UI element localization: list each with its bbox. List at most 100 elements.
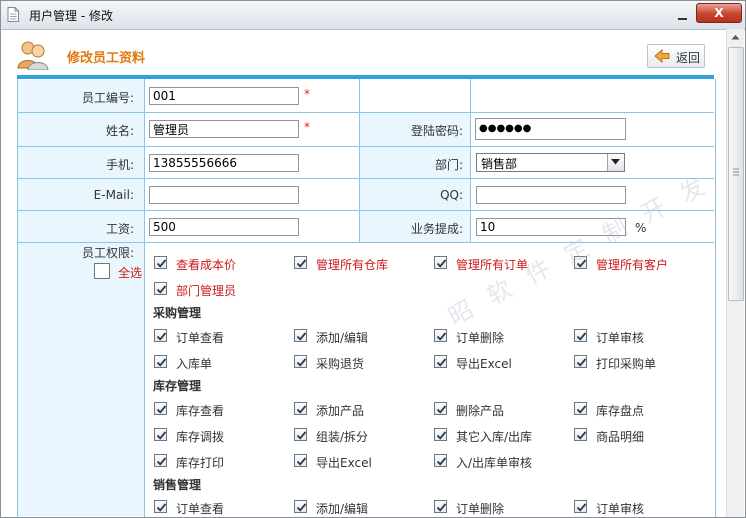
permission-label: 订单删除	[456, 331, 505, 345]
close-icon: X	[714, 6, 724, 20]
permission-label: 订单删除	[456, 502, 505, 516]
back-button[interactable]: 返回	[647, 44, 705, 68]
qq-input[interactable]	[476, 186, 626, 204]
permission-checkbox[interactable]	[434, 355, 447, 368]
check-icon	[296, 259, 307, 268]
permission-checkbox[interactable]	[434, 329, 447, 342]
employee-no-label: 员工编号:	[81, 91, 134, 105]
back-label: 返回	[676, 51, 701, 65]
permission-checkbox[interactable]	[294, 256, 307, 269]
permission-label: 查看成本价	[176, 258, 237, 272]
permission-label: 添加产品	[316, 404, 365, 418]
grip-icon	[733, 168, 739, 176]
permission-checkbox[interactable]	[294, 454, 307, 467]
permission-label: 入库单	[176, 357, 213, 371]
commission-label: 业务提成:	[410, 222, 463, 236]
email-input[interactable]	[149, 186, 299, 204]
permission-checkbox[interactable]	[154, 256, 167, 269]
permission-checkbox[interactable]	[294, 355, 307, 368]
permission-checkbox[interactable]	[574, 428, 587, 441]
check-icon	[436, 259, 447, 268]
permission-label: 导出Excel	[456, 357, 512, 371]
scroll-up-icon[interactable]	[727, 29, 744, 46]
permission-checkbox[interactable]	[294, 402, 307, 415]
select-all-checkbox[interactable]	[94, 263, 110, 279]
permission-checkbox[interactable]	[434, 500, 447, 513]
document-icon	[7, 7, 19, 22]
dropdown-button[interactable]	[607, 154, 624, 171]
close-button[interactable]: X	[696, 3, 742, 23]
permissions-label: 员工权限:	[81, 246, 134, 260]
department-value: 销售部	[481, 157, 518, 171]
required-mark: *	[304, 120, 310, 134]
permission-checkbox[interactable]	[434, 428, 447, 441]
department-label: 部门:	[434, 158, 463, 172]
required-mark: *	[304, 87, 310, 101]
permission-label: 导出Excel	[316, 456, 372, 470]
row-divider	[17, 210, 714, 211]
dialog-window: 用户管理 - 修改 X 修改员工资料 返回 员工编号: 001 * 姓名: 管理…	[0, 0, 746, 518]
permission-checkbox[interactable]	[154, 500, 167, 513]
permission-checkbox[interactable]	[574, 329, 587, 342]
check-icon	[296, 457, 307, 466]
permission-label: 打印采购单	[596, 357, 657, 371]
salary-input[interactable]	[149, 218, 299, 236]
permission-label: 添加/编辑	[316, 502, 369, 516]
check-icon	[156, 405, 167, 414]
permission-checkbox[interactable]	[294, 428, 307, 441]
permission-checkbox[interactable]	[154, 428, 167, 441]
permission-checkbox[interactable]	[154, 402, 167, 415]
check-icon	[436, 431, 447, 440]
check-icon	[576, 405, 587, 414]
permission-checkbox[interactable]	[154, 282, 167, 295]
permission-checkbox[interactable]	[154, 355, 167, 368]
permission-checkbox[interactable]	[434, 454, 447, 467]
commission-input[interactable]	[476, 218, 626, 236]
permission-checkbox[interactable]	[294, 500, 307, 513]
permission-checkbox[interactable]	[574, 500, 587, 513]
check-icon	[576, 358, 587, 367]
permission-label: 库存盘点	[596, 404, 645, 418]
arrow-left-icon	[654, 48, 670, 64]
permission-label: 管理所有订单	[456, 258, 529, 272]
permission-label: 管理所有仓库	[316, 258, 389, 272]
permission-label: 订单查看	[176, 502, 225, 516]
permission-label: 添加/编辑	[316, 331, 369, 345]
permission-checkbox[interactable]	[154, 329, 167, 342]
row-divider	[17, 178, 714, 179]
title-bar: 用户管理 - 修改 X	[1, 1, 745, 30]
check-icon	[156, 259, 167, 268]
permission-checkbox[interactable]	[574, 402, 587, 415]
permission-checkbox[interactable]	[154, 454, 167, 467]
permission-checkbox[interactable]	[574, 256, 587, 269]
permission-label: 删除产品	[456, 404, 505, 418]
permission-label: 库存查看	[176, 404, 225, 418]
name-input[interactable]	[149, 120, 299, 138]
permission-label: 商品明细	[596, 430, 645, 444]
check-icon	[156, 431, 167, 440]
minimize-icon[interactable]	[673, 9, 693, 23]
row-divider	[17, 146, 714, 147]
check-icon	[436, 405, 447, 414]
department-select[interactable]: 销售部	[476, 153, 625, 172]
section-title: 销售管理	[153, 478, 202, 492]
page-title: 修改员工资料	[67, 51, 146, 66]
check-icon	[296, 358, 307, 367]
users-icon	[17, 41, 49, 70]
password-input[interactable]: ●●●●●●	[475, 118, 626, 140]
check-icon	[436, 332, 447, 341]
permission-checkbox[interactable]	[574, 355, 587, 368]
scrollbar-thumb[interactable]	[728, 47, 744, 301]
check-icon	[576, 431, 587, 440]
column-divider	[470, 79, 471, 242]
section-title: 库存管理	[153, 379, 202, 393]
permission-label: 管理所有客户	[596, 258, 669, 272]
vertical-scrollbar[interactable]	[726, 29, 744, 517]
phone-input[interactable]	[149, 154, 299, 172]
permission-label: 其它入库/出库	[456, 430, 533, 444]
permission-checkbox[interactable]	[434, 402, 447, 415]
permission-checkbox[interactable]	[294, 329, 307, 342]
check-icon	[576, 332, 587, 341]
employee-no-input[interactable]	[149, 87, 299, 105]
permission-checkbox[interactable]	[434, 256, 447, 269]
